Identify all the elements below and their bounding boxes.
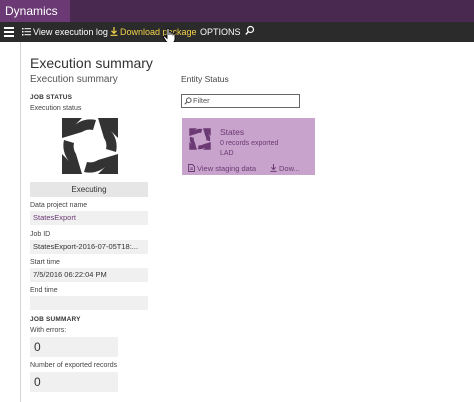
execution-status-label: Execution status — [30, 105, 82, 112]
refresh-arrows-icon — [189, 128, 211, 150]
download-package-button[interactable]: Download package — [110, 22, 197, 42]
view-staging-data-link[interactable]: View staging data — [188, 164, 256, 173]
view-execution-log-button[interactable]: View execution log — [22, 22, 108, 42]
filter-input[interactable]: Filter — [181, 94, 300, 108]
view-execution-log-label: View execution log — [33, 27, 108, 37]
search-icon — [184, 97, 192, 105]
refresh-arrows-icon — [62, 118, 118, 174]
entity-name: States — [220, 127, 245, 137]
job-id-field[interactable]: StatesExport-2016-07-05T18:... — [30, 240, 148, 254]
with-errors-label: With errors: — [30, 327, 67, 334]
document-icon — [188, 164, 195, 172]
entity-download-link[interactable]: Dow... — [270, 164, 300, 173]
entity-download-label: Dow... — [279, 164, 300, 173]
list-icon — [22, 28, 31, 36]
end-time-field[interactable] — [30, 296, 148, 310]
with-errors-value: 0 — [30, 337, 118, 357]
entity-company: LAD — [220, 150, 234, 157]
exported-records-label: Number of exported records — [30, 362, 118, 369]
download-icon — [110, 27, 118, 36]
job-status-heading: JOB STATUS — [30, 94, 73, 101]
data-project-link[interactable]: StatesExport — [30, 211, 148, 225]
app-title[interactable]: Dynamics AX — [0, 0, 70, 40]
entity-status-heading: Entity Status — [181, 74, 229, 84]
hamburger-icon[interactable] — [4, 27, 14, 37]
end-time-label: End time — [30, 287, 58, 294]
download-icon — [270, 164, 277, 172]
job-summary-heading: JOB SUMMARY — [30, 316, 81, 323]
page-title: Execution summary — [30, 55, 153, 71]
start-time-field[interactable]: 7/5/2016 06:22:04 PM — [30, 268, 148, 282]
job-id-label: Job ID — [30, 231, 51, 238]
entity-records-count: 0 records exported — [220, 140, 279, 147]
download-package-label: Download package — [120, 27, 197, 37]
start-time-label: Start time — [30, 259, 60, 266]
data-project-label: Data project name — [30, 202, 88, 209]
app-bar: Dynamics AX — [0, 0, 474, 40]
exported-records-value: 0 — [30, 372, 118, 392]
execution-status-value: Executing — [30, 182, 148, 197]
search-icon[interactable] — [245, 25, 255, 37]
options-button[interactable]: OPTIONS — [200, 22, 241, 42]
section-subtitle: Execution summary — [30, 74, 118, 85]
action-bar: View execution log Download package OPTI… — [0, 22, 474, 42]
view-staging-data-label: View staging data — [197, 164, 257, 173]
